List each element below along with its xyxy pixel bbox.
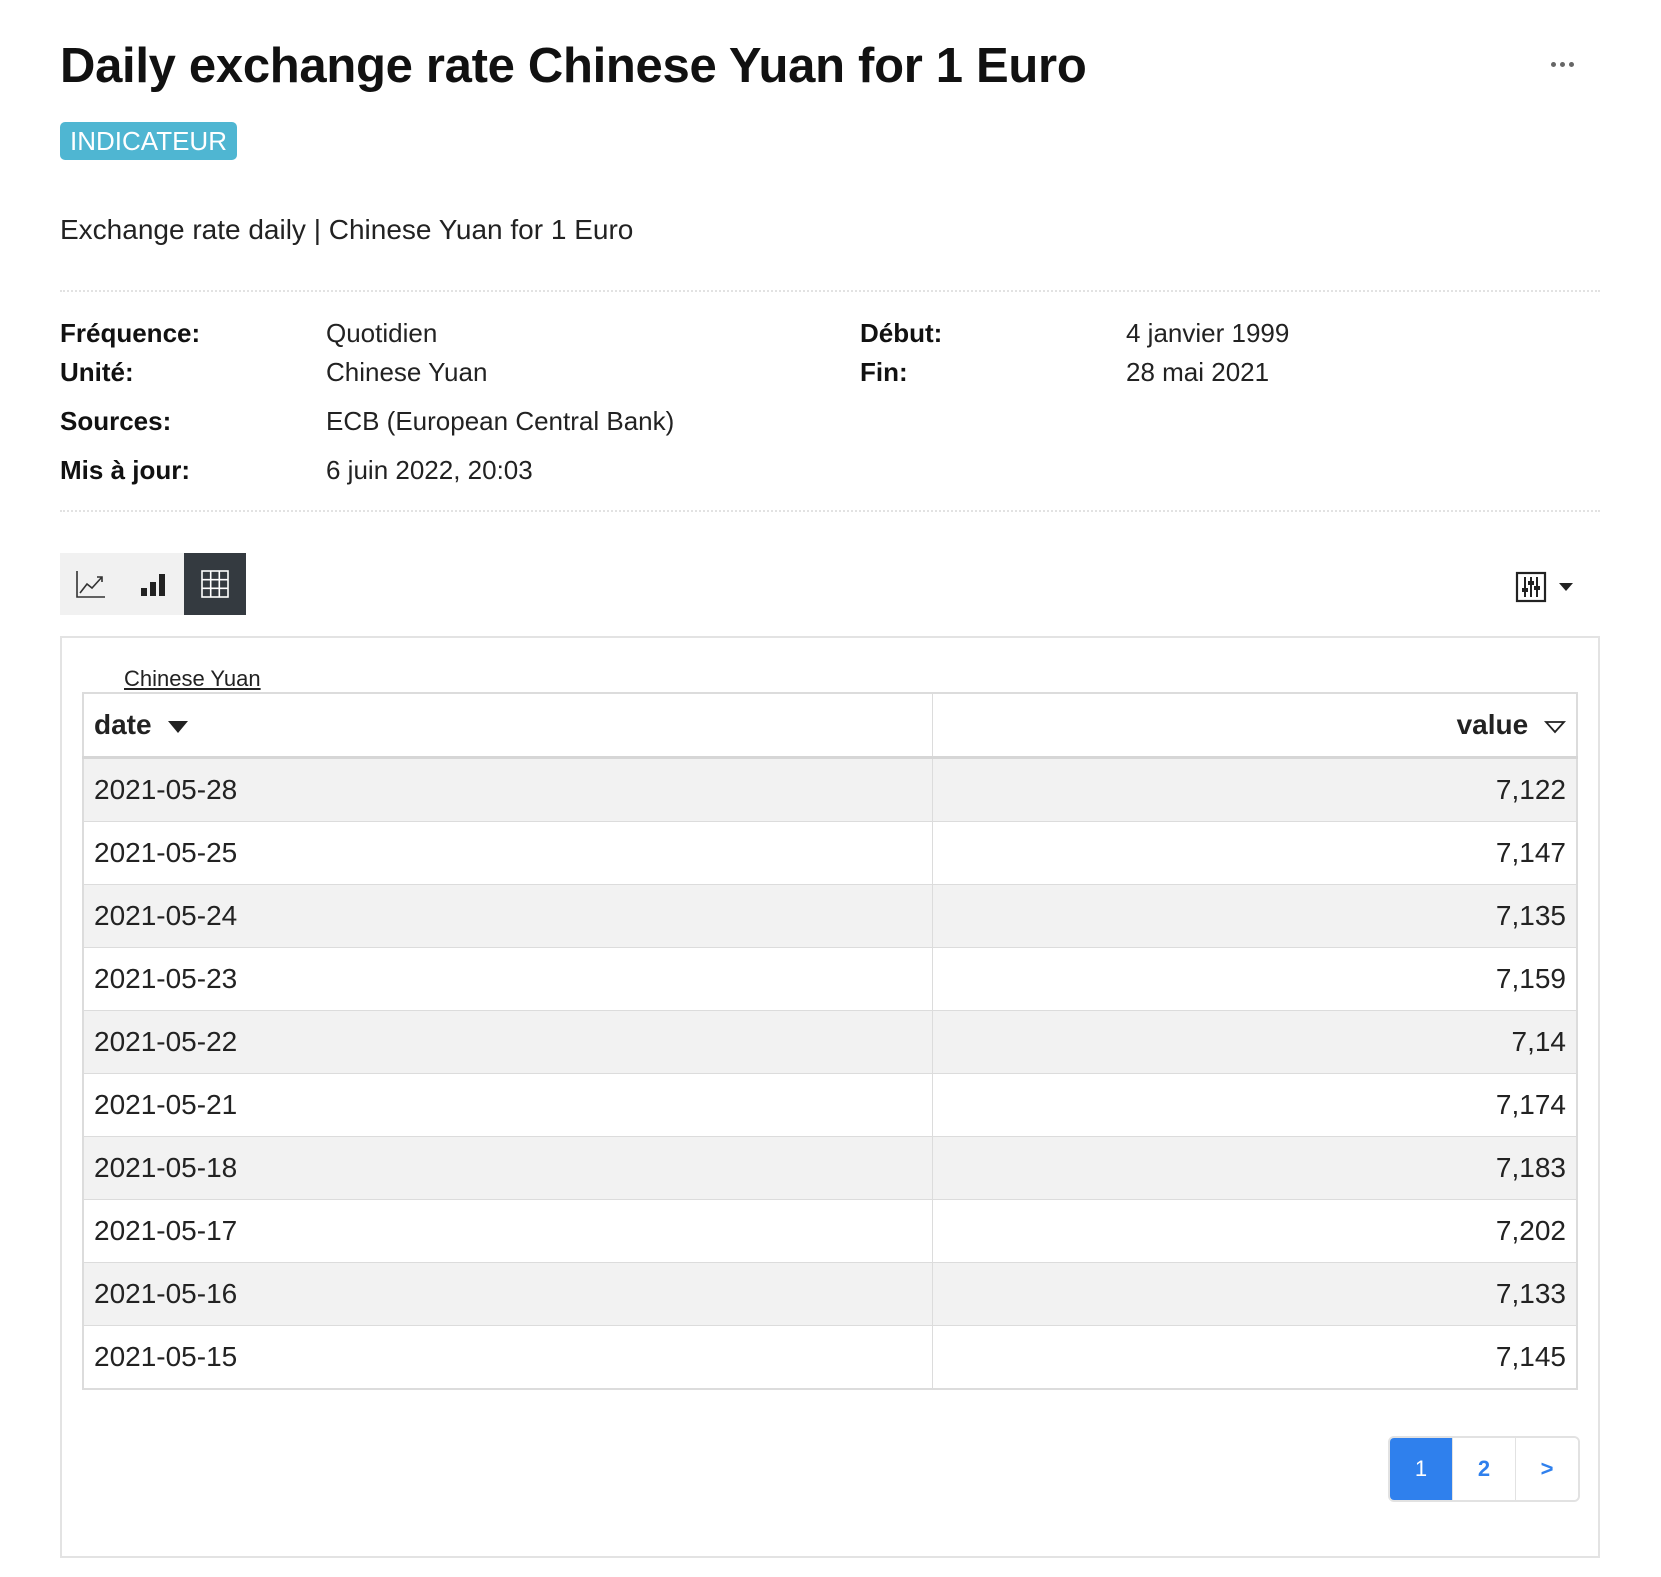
sort-desc-icon <box>168 720 189 733</box>
table-view-button[interactable] <box>184 553 246 615</box>
table-panel: Chinese Yuan date value 2021-05-28 7,122… <box>60 636 1600 1558</box>
value-cell: 7,159 <box>932 947 1578 1011</box>
table-row: 2021-05-23 7,159 <box>82 947 1578 1011</box>
more-horizontal-icon <box>1550 61 1574 67</box>
sources-value: ECB (European Central Bank) <box>326 406 675 436</box>
date-cell: 2021-05-18 <box>82 1136 933 1200</box>
value-cell: 7,14 <box>932 1010 1578 1074</box>
date-cell: 2021-05-15 <box>82 1325 933 1390</box>
table-row: 2021-05-22 7,14 <box>82 1010 1578 1074</box>
value-cell: 7,183 <box>932 1136 1578 1200</box>
end-value: 28 mai 2021 <box>1126 357 1270 387</box>
bar-view-button[interactable] <box>122 553 184 615</box>
date-cell: 2021-05-16 <box>82 1262 933 1326</box>
divider <box>60 510 1600 512</box>
date-cell: 2021-05-24 <box>82 884 933 948</box>
date-cell: 2021-05-21 <box>82 1073 933 1137</box>
page-title: Daily exchange rate Chinese Yuan for 1 E… <box>60 39 1087 93</box>
pagination: 1 2 > <box>1388 1436 1580 1502</box>
more-options-button[interactable] <box>1538 52 1586 76</box>
line-chart-icon <box>76 571 105 598</box>
table-row: 2021-05-25 7,147 <box>82 821 1578 885</box>
table-row: 2021-05-24 7,135 <box>82 884 1578 948</box>
settings-dropdown-button[interactable] <box>1515 568 1605 606</box>
line-view-button[interactable] <box>60 553 122 615</box>
frequency-label: Fréquence: <box>60 318 201 348</box>
page-subtitle: Exchange rate daily | Chinese Yuan for 1… <box>60 214 634 245</box>
table-row: 2021-05-21 7,174 <box>82 1073 1578 1137</box>
value-cell: 7,147 <box>932 821 1578 885</box>
divider <box>60 290 1600 292</box>
updated-value: 6 juin 2022, 20:03 <box>326 455 533 485</box>
unit-value: Chinese Yuan <box>326 357 488 387</box>
table-row: 2021-05-17 7,202 <box>82 1199 1578 1263</box>
value-cell: 7,145 <box>932 1325 1578 1390</box>
indicator-badge: INDICATEUR <box>60 122 237 160</box>
date-cell: 2021-05-23 <box>82 947 933 1011</box>
end-label: Fin: <box>860 357 908 387</box>
next-page-button[interactable]: > <box>1515 1438 1578 1500</box>
series-link[interactable]: Chinese Yuan <box>124 666 261 692</box>
column-header-label: date <box>94 709 152 740</box>
value-cell: 7,174 <box>932 1073 1578 1137</box>
view-toggle <box>60 553 246 615</box>
table-row: 2021-05-28 7,122 <box>82 757 1578 822</box>
sort-icon <box>1544 720 1566 733</box>
caret-down-icon <box>1559 583 1573 591</box>
table-icon <box>201 570 229 598</box>
column-header-value[interactable]: value <box>932 692 1578 759</box>
value-cell: 7,202 <box>932 1199 1578 1263</box>
date-cell: 2021-05-25 <box>82 821 933 885</box>
table-row: 2021-05-15 7,145 <box>82 1325 1578 1390</box>
data-table: date value 2021-05-28 7,122 2021-05-25 7… <box>82 692 1578 1390</box>
start-value: 4 janvier 1999 <box>1126 318 1290 348</box>
date-cell: 2021-05-17 <box>82 1199 933 1263</box>
unit-label: Unité: <box>60 357 134 387</box>
page-button-1[interactable]: 1 <box>1390 1438 1452 1500</box>
frequency-value: Quotidien <box>326 318 438 348</box>
value-cell: 7,135 <box>932 884 1578 948</box>
date-cell: 2021-05-22 <box>82 1010 933 1074</box>
value-cell: 7,122 <box>932 757 1578 822</box>
value-cell: 7,133 <box>932 1262 1578 1326</box>
table-row: 2021-05-16 7,133 <box>82 1262 1578 1326</box>
table-row: 2021-05-18 7,183 <box>82 1136 1578 1200</box>
sliders-icon <box>1515 571 1547 603</box>
updated-label: Mis à jour: <box>60 455 191 485</box>
sources-label: Sources: <box>60 406 172 436</box>
bar-chart-icon <box>141 574 165 596</box>
column-header-label: value <box>1456 709 1529 740</box>
date-cell: 2021-05-28 <box>82 757 933 822</box>
page-button-2[interactable]: 2 <box>1452 1438 1515 1500</box>
column-header-date[interactable]: date <box>82 692 933 759</box>
start-label: Début: <box>860 318 943 348</box>
